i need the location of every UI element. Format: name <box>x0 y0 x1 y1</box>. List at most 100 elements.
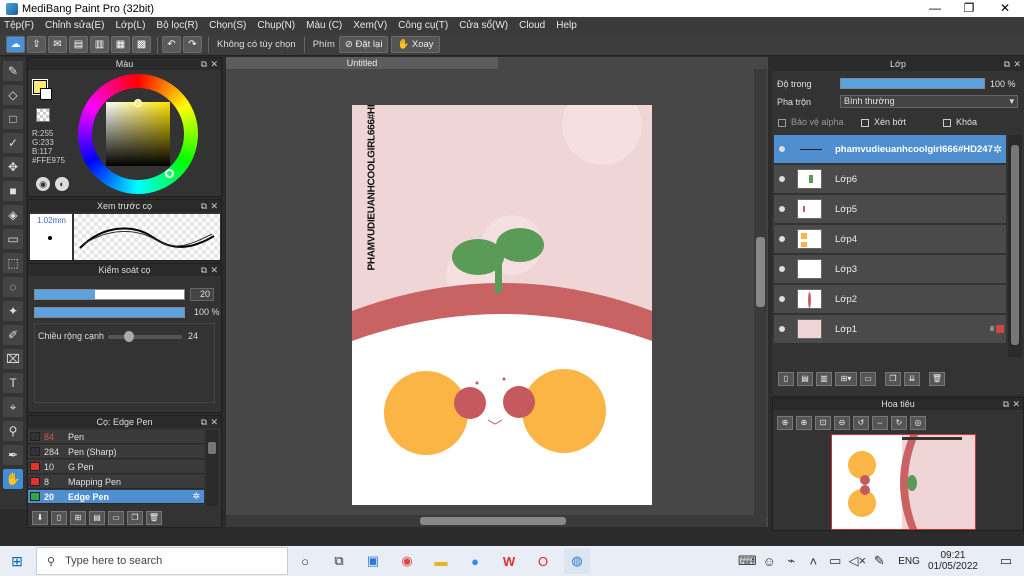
navigator-preview[interactable] <box>831 434 976 530</box>
brush-item[interactable]: 8 Mapping Pen <box>28 475 204 489</box>
menu-select[interactable]: Chọn(S) <box>209 20 246 31</box>
delete-icon[interactable]: 🗑 <box>146 511 162 525</box>
layer-row-selected[interactable]: phamvudieuanhcoolgirl666#HD247 ✲ <box>774 135 1006 164</box>
pen-icon[interactable]: ✎ <box>870 548 888 574</box>
merge-layer-icon[interactable]: ⇊ <box>904 372 920 386</box>
language-indicator[interactable]: ENG <box>898 556 920 567</box>
undock-icon[interactable]: ⧉ <box>201 200 207 212</box>
brush-item[interactable]: 284 Pen (Sharp) <box>28 445 204 459</box>
redo-icon[interactable]: ↷ <box>183 36 202 53</box>
blend-mode-select[interactable]: Bình thường ▾ <box>840 95 1018 108</box>
canvas-vertical-scrollbar[interactable] <box>754 69 767 517</box>
menu-edit[interactable]: Chỉnh sửa(E) <box>45 20 105 31</box>
layer-row[interactable]: Lớp1 8 <box>774 315 1006 344</box>
medibang-icon[interactable]: ◍ <box>564 548 590 574</box>
layer-row[interactable]: Lớp2 <box>774 285 1006 314</box>
shape-tool-icon[interactable]: ■ <box>3 181 23 201</box>
layers-scrollbar[interactable] <box>1008 135 1022 357</box>
zoom-in-icon[interactable]: ⊕ <box>777 416 793 430</box>
brush-size-slider[interactable] <box>34 289 185 300</box>
eraser-tool-icon[interactable]: ◇ <box>3 85 23 105</box>
brush-list-scrollbar[interactable] <box>206 430 218 506</box>
visibility-icon[interactable] <box>779 176 785 182</box>
rotate-left-icon[interactable]: ↺ <box>853 416 869 430</box>
flip-icon[interactable]: ⇔ <box>872 416 888 430</box>
layer-row[interactable]: Lớp4 <box>774 225 1006 254</box>
visibility-icon[interactable] <box>779 326 785 332</box>
people-icon[interactable]: ☺ <box>760 548 778 574</box>
brush-tool-icon[interactable]: ✎ <box>3 61 23 81</box>
menu-color[interactable]: Màu (C) <box>306 20 342 31</box>
chevron-up-icon[interactable]: ˄ <box>804 548 822 574</box>
lasso-icon[interactable]: ◌ <box>3 277 23 297</box>
notification-icon[interactable]: ▭ <box>996 548 1016 574</box>
canvas-area[interactable]: Untitled PHAMVUDIEUANHCOOLGIRL666#HD247 <box>226 57 768 527</box>
page-icon[interactable]: ▤ <box>69 36 88 53</box>
palette-icon[interactable]: ◉ <box>36 177 50 191</box>
close-icon[interactable]: ✕ <box>210 58 218 70</box>
brush-download-icon[interactable]: ⬇ <box>32 511 48 525</box>
dot-tool-icon[interactable]: ✓ <box>3 133 23 153</box>
add-layer-menu-icon[interactable]: ⊞▾ <box>835 372 857 386</box>
undock-icon[interactable]: ⧉ <box>201 264 207 276</box>
undock-icon[interactable]: ⧉ <box>1003 398 1009 410</box>
gear-icon[interactable]: ✲ <box>192 491 200 502</box>
edge-width-track[interactable] <box>108 335 182 339</box>
task-view-icon[interactable]: ⧉ <box>326 548 352 574</box>
undo-icon[interactable]: ↶ <box>162 36 181 53</box>
new-brush-icon[interactable]: ▯ <box>51 511 67 525</box>
document-tab[interactable]: Untitled <box>226 57 498 69</box>
windows-start-icon[interactable]: ⊞ <box>4 548 30 574</box>
zoom-icon[interactable]: ● <box>462 548 488 574</box>
close-icon[interactable]: ✕ <box>1013 57 1021 71</box>
grid-icon[interactable]: ▦ <box>111 36 130 53</box>
magic-wand-icon[interactable]: ✦ <box>3 301 23 321</box>
color-marker[interactable] <box>134 99 142 107</box>
reset-view-icon[interactable]: ◎ <box>910 416 926 430</box>
visibility-icon[interactable] <box>779 236 785 242</box>
close-icon[interactable]: ✕ <box>210 264 218 276</box>
visibility-icon[interactable] <box>779 146 785 152</box>
saturation-value-square[interactable] <box>106 102 170 166</box>
cloud-icon[interactable]: ☁ <box>6 36 25 53</box>
move-tool-icon[interactable]: ✥ <box>3 157 23 177</box>
maximize-button[interactable]: ❐ <box>952 0 986 17</box>
folder-icon[interactable]: ▭ <box>108 511 124 525</box>
new-8bit-layer-icon[interactable]: ▥ <box>816 372 832 386</box>
secondary-color-swatch[interactable] <box>40 88 52 100</box>
network-icon[interactable]: ⌁ <box>782 548 800 574</box>
file-explorer-icon[interactable]: ▬ <box>428 548 454 574</box>
brush-opacity-slider[interactable] <box>34 307 185 318</box>
add-brush-icon[interactable]: ⊞ <box>70 511 86 525</box>
chat-icon[interactable]: ✉ <box>48 36 67 53</box>
wps-icon[interactable]: W <box>496 548 522 574</box>
clip-checkbox[interactable] <box>861 119 869 127</box>
fill-tool-icon[interactable]: ◈ <box>3 205 23 225</box>
brush-item[interactable]: 84 Pen <box>28 430 204 444</box>
divide-tool-icon[interactable]: ⌖ <box>3 397 23 417</box>
volume-icon[interactable]: ◁× <box>848 548 866 574</box>
menu-view[interactable]: Xem(V) <box>353 20 387 31</box>
duplicate-layer-icon[interactable]: ❐ <box>885 372 901 386</box>
scroll-thumb[interactable] <box>420 517 566 525</box>
zoom-in-small-icon[interactable]: ⊕ <box>796 416 812 430</box>
transparent-swatch[interactable] <box>36 108 50 122</box>
comic-icon[interactable]: ▩ <box>132 36 151 53</box>
layer-row[interactable]: Lớp6 <box>774 165 1006 194</box>
export-icon[interactable]: ⇪ <box>27 36 46 53</box>
visibility-icon[interactable] <box>779 266 785 272</box>
close-button[interactable]: ✕ <box>988 0 1022 17</box>
folder-icon[interactable]: ▭ <box>860 372 876 386</box>
palette-swap-icon[interactable]: ◐ <box>55 177 69 191</box>
hue-ring-marker[interactable] <box>165 169 174 178</box>
close-icon[interactable]: ✕ <box>210 416 218 428</box>
menu-filter[interactable]: Bộ lọc(R) <box>156 20 198 31</box>
clock[interactable]: 09:21 01/05/2022 <box>928 550 978 572</box>
edge-width-knob[interactable] <box>124 331 134 342</box>
canvas-horizontal-scrollbar[interactable] <box>226 515 766 527</box>
scroll-thumb[interactable] <box>756 237 765 307</box>
brush-item[interactable]: 10 G Pen <box>28 460 204 474</box>
hand-tool-icon[interactable]: ✋ <box>3 469 23 489</box>
app-icon[interactable]: ▣ <box>360 548 386 574</box>
menu-file[interactable]: Tệp(F) <box>4 20 34 31</box>
